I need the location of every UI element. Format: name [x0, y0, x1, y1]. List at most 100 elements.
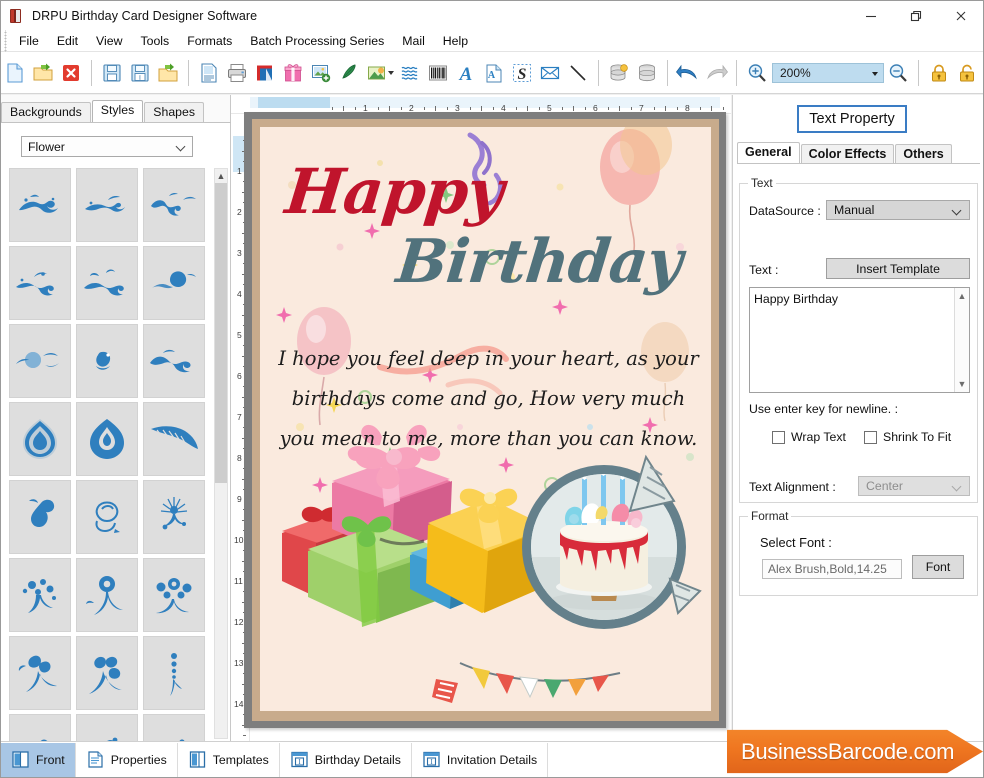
shrink-to-fit-checkbox[interactable]: Shrink To Fit [864, 430, 951, 444]
bottom-tab-invitation-details[interactable]: I Invitation Details [412, 742, 549, 777]
style-thumbnail[interactable] [9, 558, 71, 632]
tab-color-effects[interactable]: Color Effects [800, 144, 895, 164]
card-title-line2[interactable]: Birthday [393, 227, 685, 297]
scrollbar-thumb[interactable] [215, 183, 227, 483]
barcode-icon[interactable] [424, 58, 452, 88]
minimize-icon[interactable] [848, 1, 893, 30]
tab-shapes[interactable]: Shapes [144, 102, 204, 122]
bottom-tab-front[interactable]: Front [1, 742, 76, 777]
menu-item-help[interactable]: Help [434, 31, 477, 51]
style-thumbnail[interactable] [76, 480, 138, 554]
undo-icon[interactable] [674, 58, 702, 88]
tab-styles[interactable]: Styles [91, 100, 144, 122]
insert-image-icon[interactable] [307, 58, 335, 88]
close-icon[interactable] [938, 1, 983, 30]
zoom-combo[interactable]: 200% [772, 62, 884, 83]
scroll-up-icon[interactable]: ▲ [215, 169, 227, 182]
style-thumbnail[interactable] [76, 636, 138, 710]
gift-icon[interactable] [279, 58, 307, 88]
datasource-select[interactable]: Manual [826, 200, 970, 220]
style-thumbnail[interactable] [143, 324, 205, 398]
tab-backgrounds[interactable]: Backgrounds [1, 102, 91, 122]
pen-icon[interactable] [335, 58, 363, 88]
zoom-out-icon[interactable] [884, 58, 912, 88]
menu-item-edit[interactable]: Edit [48, 31, 87, 51]
mail-icon[interactable] [536, 58, 564, 88]
menu-item-formats[interactable]: Formats [178, 31, 241, 51]
chevron-down-icon[interactable] [872, 71, 878, 76]
save-icon[interactable] [98, 58, 126, 88]
styles-scrollbar[interactable]: ▲ [214, 168, 228, 739]
insert-template-button[interactable]: Insert Template [826, 258, 970, 279]
shape-icon[interactable]: S [508, 58, 536, 88]
open-folder-icon[interactable] [29, 58, 57, 88]
menu-item-tools[interactable]: Tools [131, 31, 178, 51]
scrollbar-thumb[interactable] [258, 97, 330, 108]
style-thumbnail[interactable] [143, 480, 205, 554]
style-thumbnail[interactable] [76, 168, 138, 242]
redo-icon[interactable] [702, 58, 730, 88]
style-thumbnail[interactable] [9, 402, 71, 476]
database-add-icon[interactable] [605, 58, 633, 88]
print-icon[interactable] [223, 58, 251, 88]
style-thumbnail[interactable] [9, 714, 71, 741]
style-thumbnail[interactable] [76, 558, 138, 632]
save-as-icon[interactable]: I [126, 58, 154, 88]
style-thumbnail[interactable] [9, 324, 71, 398]
font-button[interactable]: Font [912, 555, 964, 579]
unlock-icon[interactable] [953, 58, 981, 88]
menu-item-mail[interactable]: Mail [393, 31, 434, 51]
style-thumbnail[interactable] [76, 714, 138, 741]
horizontal-scrollbar[interactable] [250, 97, 720, 108]
restore-icon[interactable] [893, 1, 938, 30]
menu-item-batch-processing-series[interactable]: Batch Processing Series [241, 31, 393, 51]
database-icon[interactable] [633, 58, 661, 88]
bottom-tab-templates[interactable]: Templates [178, 742, 280, 777]
style-thumbnail[interactable] [76, 402, 138, 476]
chevron-down-icon[interactable] [953, 206, 962, 215]
style-thumbnail[interactable] [9, 480, 71, 554]
style-thumbnail[interactable] [76, 324, 138, 398]
export-folder-icon[interactable] [154, 58, 182, 88]
chevron-down-icon[interactable] [953, 482, 962, 491]
menu-item-view[interactable]: View [87, 31, 131, 51]
signature-icon[interactable] [396, 58, 424, 88]
lock-icon[interactable] [925, 58, 953, 88]
textarea-scrollbar[interactable]: ▲ ▼ [954, 288, 969, 392]
zoom-in-icon[interactable] [743, 58, 771, 88]
text-alignment-select[interactable]: Center [858, 476, 970, 496]
style-thumbnail[interactable] [76, 246, 138, 320]
close-document-icon[interactable] [57, 58, 85, 88]
bottom-tab-properties[interactable]: Properties [76, 742, 178, 777]
card-title-line1[interactable]: Happy [282, 155, 506, 228]
scroll-down-icon[interactable]: ▼ [955, 377, 969, 391]
picture-tool-icon[interactable] [363, 58, 391, 88]
text-input-area[interactable]: Happy Birthday ▲ ▼ [749, 287, 970, 393]
chevron-down-icon[interactable] [177, 142, 186, 151]
tab-others[interactable]: Others [895, 144, 952, 164]
checkbox-box[interactable] [772, 430, 785, 444]
style-thumbnail[interactable] [143, 714, 205, 741]
bottom-tab-birthday-details[interactable]: I Birthday Details [280, 742, 412, 777]
style-category-select[interactable]: Flower [21, 136, 193, 157]
style-thumbnail[interactable] [9, 168, 71, 242]
scroll-up-icon[interactable]: ▲ [955, 289, 969, 303]
card-message[interactable]: I hope you feel deep in your heart, as y… [276, 339, 701, 459]
page-setup-icon[interactable] [195, 58, 223, 88]
tab-general[interactable]: General [737, 142, 800, 164]
card-design[interactable]: Happy Birthday I hope you feel deep in y… [260, 127, 711, 711]
style-thumbnail[interactable] [9, 636, 71, 710]
text-icon[interactable]: A [452, 58, 480, 88]
wrap-text-checkbox[interactable]: Wrap Text [772, 430, 846, 444]
style-thumbnail[interactable] [143, 558, 205, 632]
menu-item-file[interactable]: File [10, 31, 48, 51]
text-box-icon[interactable]: A [480, 58, 508, 88]
style-thumbnail[interactable] [143, 402, 205, 476]
checkbox-box[interactable] [864, 430, 877, 444]
menu-grip[interactable] [1, 29, 10, 52]
card-stack-icon[interactable] [251, 58, 279, 88]
line-icon[interactable] [564, 58, 592, 88]
style-thumbnail[interactable] [9, 246, 71, 320]
brand-banner[interactable]: BusinessBarcode.com [727, 728, 983, 775]
chevron-down-icon[interactable] [388, 70, 394, 75]
